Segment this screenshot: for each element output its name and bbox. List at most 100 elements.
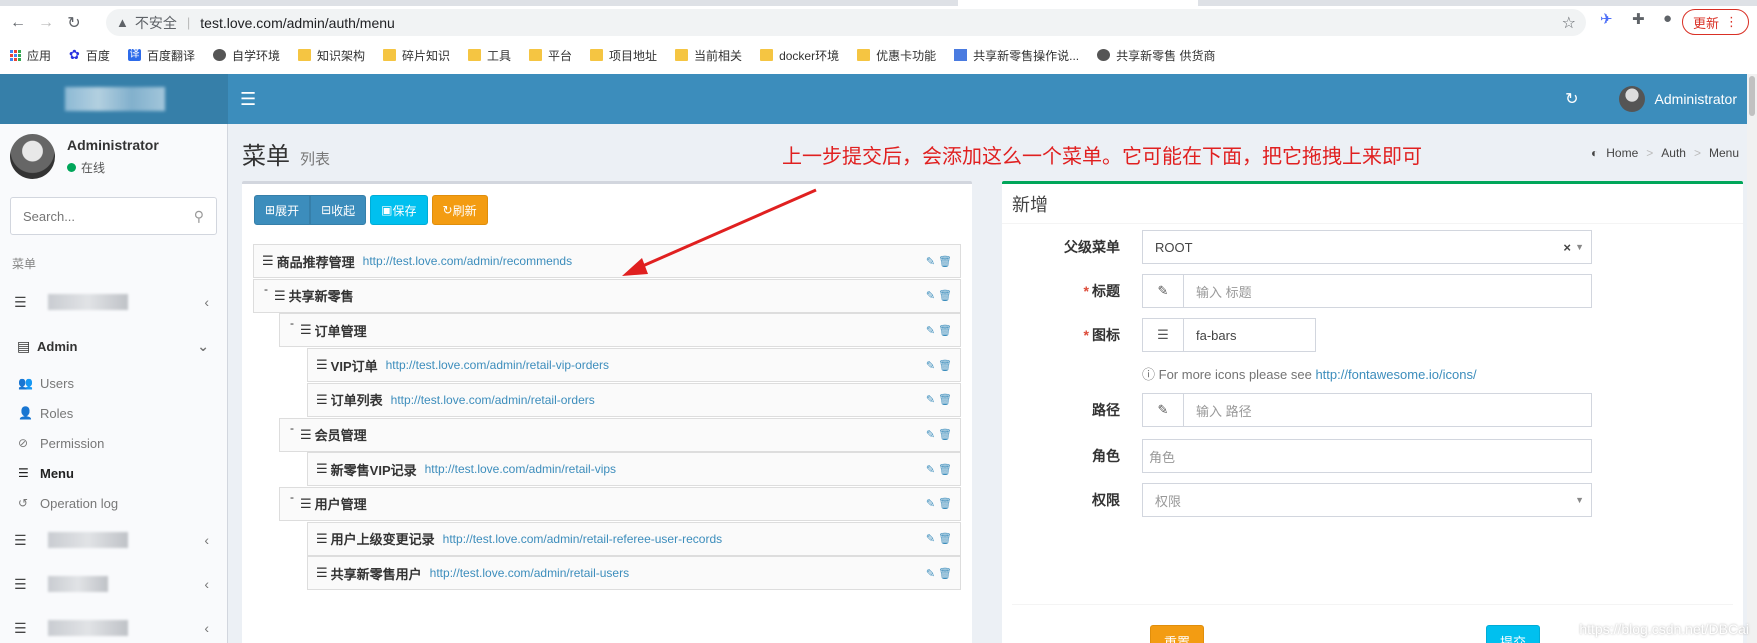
logo[interactable] xyxy=(0,74,228,124)
edit-icon[interactable]: ✎ xyxy=(926,532,935,545)
trash-icon[interactable]: 🗑 xyxy=(938,497,952,510)
sidebar-item-blurred-4[interactable]: ☰ ‹ xyxy=(0,606,227,643)
trash-icon[interactable]: 🗑 xyxy=(938,289,952,302)
drag-handle-icon[interactable]: ☰ xyxy=(316,392,328,408)
trash-icon[interactable]: 🗑 xyxy=(938,428,952,441)
trash-icon[interactable]: 🗑 xyxy=(938,359,952,372)
reload-icon[interactable]: ↻ xyxy=(60,13,88,33)
edit-icon[interactable]: ✎ xyxy=(926,497,935,510)
edit-icon[interactable]: ✎ xyxy=(926,289,935,302)
collapse-button[interactable]: ⊟ 收起 xyxy=(310,195,367,225)
trash-icon[interactable]: 🗑 xyxy=(938,324,952,337)
bookmark-item[interactable]: 平台 xyxy=(529,47,572,64)
drag-handle-icon[interactable]: ☰ xyxy=(316,461,328,477)
update-button[interactable]: 更新 ⋮ xyxy=(1681,9,1749,35)
edit-icon[interactable]: ✎ xyxy=(926,255,935,268)
roles-select[interactable]: 角色 xyxy=(1142,439,1592,473)
edit-icon[interactable]: ✎ xyxy=(926,359,935,372)
bookmark-item[interactable]: 项目地址 xyxy=(590,47,657,64)
trash-icon[interactable]: 🗑 xyxy=(938,255,952,268)
title-input[interactable]: 输入 标题 xyxy=(1184,274,1592,308)
bars-icon[interactable]: ☰ xyxy=(1142,318,1184,352)
tree-node[interactable]: - ☰ 用户管理 ✎ 🗑 xyxy=(279,486,961,521)
tree-node-url[interactable]: http://test.love.com/admin/retail-orders xyxy=(391,393,595,407)
trash-icon[interactable]: 🗑 xyxy=(938,463,952,476)
uri-input[interactable]: 输入 路径 xyxy=(1184,393,1592,427)
url-text[interactable]: test.love.com/admin/auth/menu xyxy=(200,15,395,31)
tree-node[interactable]: ☰ 商品推荐管理 http://test.love.com/admin/recomm… xyxy=(253,244,961,278)
sidebar-item-blurred-1[interactable]: ☰ ‹ xyxy=(0,280,227,324)
trash-icon[interactable]: 🗑 xyxy=(938,532,952,545)
tree-node[interactable]: ☰ VIP订单 http://test.love.com/admin/retail-… xyxy=(307,348,961,383)
sidebar-item-menu[interactable]: ☰ Menu xyxy=(0,458,227,488)
bookmark-item[interactable]: 共享新零售 供货商 xyxy=(1097,47,1215,64)
bookmark-star-icon[interactable]: ☆ xyxy=(1562,13,1576,33)
tree-node-url[interactable]: http://test.love.com/admin/retail-users xyxy=(430,566,629,580)
breadcrumb-home[interactable]: Home xyxy=(1606,146,1638,160)
submit-button[interactable]: 提交 xyxy=(1486,625,1540,643)
bookmark-item[interactable]: 工具 xyxy=(468,47,511,64)
sidebar-toggle-icon[interactable]: ☰ xyxy=(240,89,256,110)
edit-icon[interactable]: ✎ xyxy=(926,463,935,476)
bookmark-item[interactable]: 共享新零售操作说... xyxy=(954,47,1079,64)
collapse-toggle-icon[interactable]: - xyxy=(290,316,294,330)
sidebar-item-admin[interactable]: ▤ Admin ⌄ xyxy=(0,324,227,368)
drag-handle-icon[interactable]: ☰ xyxy=(262,253,274,269)
drag-handle-icon[interactable]: ☰ xyxy=(300,496,312,512)
edit-icon[interactable]: ✎ xyxy=(926,428,935,441)
expand-button[interactable]: ⊞ 展开 xyxy=(254,195,311,225)
trash-icon[interactable]: 🗑 xyxy=(938,393,952,406)
tree-node[interactable]: - ☰ 共享新零售 ✎ 🗑 xyxy=(253,278,961,313)
header-avatar[interactable] xyxy=(1618,86,1645,112)
drag-handle-icon[interactable]: ☰ xyxy=(316,531,328,547)
sidebar-item-permission[interactable]: ⊘ Permission xyxy=(0,428,227,458)
sidebar-item-roles[interactable]: 👤 Roles xyxy=(0,398,227,428)
tree-node-url[interactable]: http://test.love.com/admin/retail-vips xyxy=(425,462,616,476)
tree-node[interactable]: ☰ 新零售VIP记录 http://test.love.com/admin/reta… xyxy=(307,452,961,487)
bookmark-item[interactable]: 当前相关 xyxy=(675,47,742,64)
breadcrumb-auth[interactable]: Auth xyxy=(1661,146,1686,160)
sidebar-item-blurred-3[interactable]: ☰ ‹ xyxy=(0,562,227,606)
sidebar-item-users[interactable]: 👥 Users xyxy=(0,368,227,398)
parent-select[interactable]: ROOT × ▼ xyxy=(1142,230,1592,264)
save-button[interactable]: ▣ 保存 xyxy=(370,195,428,225)
tree-node-url[interactable]: http://test.love.com/admin/retail-vip-or… xyxy=(386,358,609,372)
collapse-toggle-icon[interactable]: - xyxy=(290,490,294,504)
bookmark-item[interactable]: docker环境 xyxy=(760,47,839,64)
icon-input[interactable]: fa-bars xyxy=(1184,318,1316,352)
permission-select[interactable]: 权限 ▼ xyxy=(1142,483,1592,517)
clear-icon[interactable]: × xyxy=(1563,240,1571,255)
tree-node-url[interactable]: http://test.love.com/admin/retail-refere… xyxy=(443,532,722,546)
scrollbar-thumb[interactable] xyxy=(1749,76,1755,116)
back-icon[interactable]: ← xyxy=(4,14,32,32)
page-scrollbar[interactable] xyxy=(1747,74,1757,643)
collapse-toggle-icon[interactable]: - xyxy=(290,421,294,435)
sidebar-item-operation-log[interactable]: ↺ Operation log xyxy=(0,488,227,518)
tree-node[interactable]: ☰ 用户上级变更记录 http://test.love.com/admin/reta… xyxy=(307,521,961,556)
drag-handle-icon[interactable]: ☰ xyxy=(274,288,286,304)
extension-icon[interactable]: ✈ xyxy=(1600,10,1613,28)
tree-node[interactable]: - ☰ 订单管理 ✎ 🗑 xyxy=(279,313,961,348)
refresh-button[interactable]: ↻ 刷新 xyxy=(431,195,488,225)
edit-icon[interactable]: ✎ xyxy=(926,324,935,337)
edit-icon[interactable]: ✎ xyxy=(926,567,935,580)
tree-node[interactable]: ☰ 订单列表 http://test.love.com/admin/retail-o… xyxy=(307,382,961,417)
tree-node[interactable]: ☰ 共享新零售用户 http://test.love.com/admin/retai… xyxy=(307,556,961,591)
bookmark-item[interactable]: 碎片知识 xyxy=(382,47,450,64)
fontawesome-link[interactable]: http://fontawesome.io/icons/ xyxy=(1315,367,1476,382)
drag-handle-icon[interactable]: ☰ xyxy=(316,565,328,581)
tree-node-url[interactable]: http://test.love.com/admin/recommends xyxy=(363,254,572,268)
reset-button[interactable]: 重置 xyxy=(1150,625,1204,643)
sidebar-item-blurred-2[interactable]: ☰ ‹ xyxy=(0,518,227,562)
drag-handle-icon[interactable]: ☰ xyxy=(300,427,312,443)
puzzle-icon[interactable]: ✚ xyxy=(1632,10,1645,28)
bookmark-item[interactable]: 应用 xyxy=(10,47,51,64)
bookmark-item[interactable]: 优惠卡功能 xyxy=(857,47,936,64)
bookmark-item[interactable]: 译百度翻译 xyxy=(127,47,195,64)
drag-handle-icon[interactable]: ☰ xyxy=(316,357,328,373)
bookmark-item[interactable]: 自学环境 xyxy=(212,47,280,64)
profile-icon[interactable]: ● xyxy=(1663,10,1672,27)
bookmark-item[interactable]: 知识架构 xyxy=(297,47,365,64)
refresh-icon[interactable]: ↻ xyxy=(1565,89,1578,109)
collapse-toggle-icon[interactable]: - xyxy=(264,282,268,296)
